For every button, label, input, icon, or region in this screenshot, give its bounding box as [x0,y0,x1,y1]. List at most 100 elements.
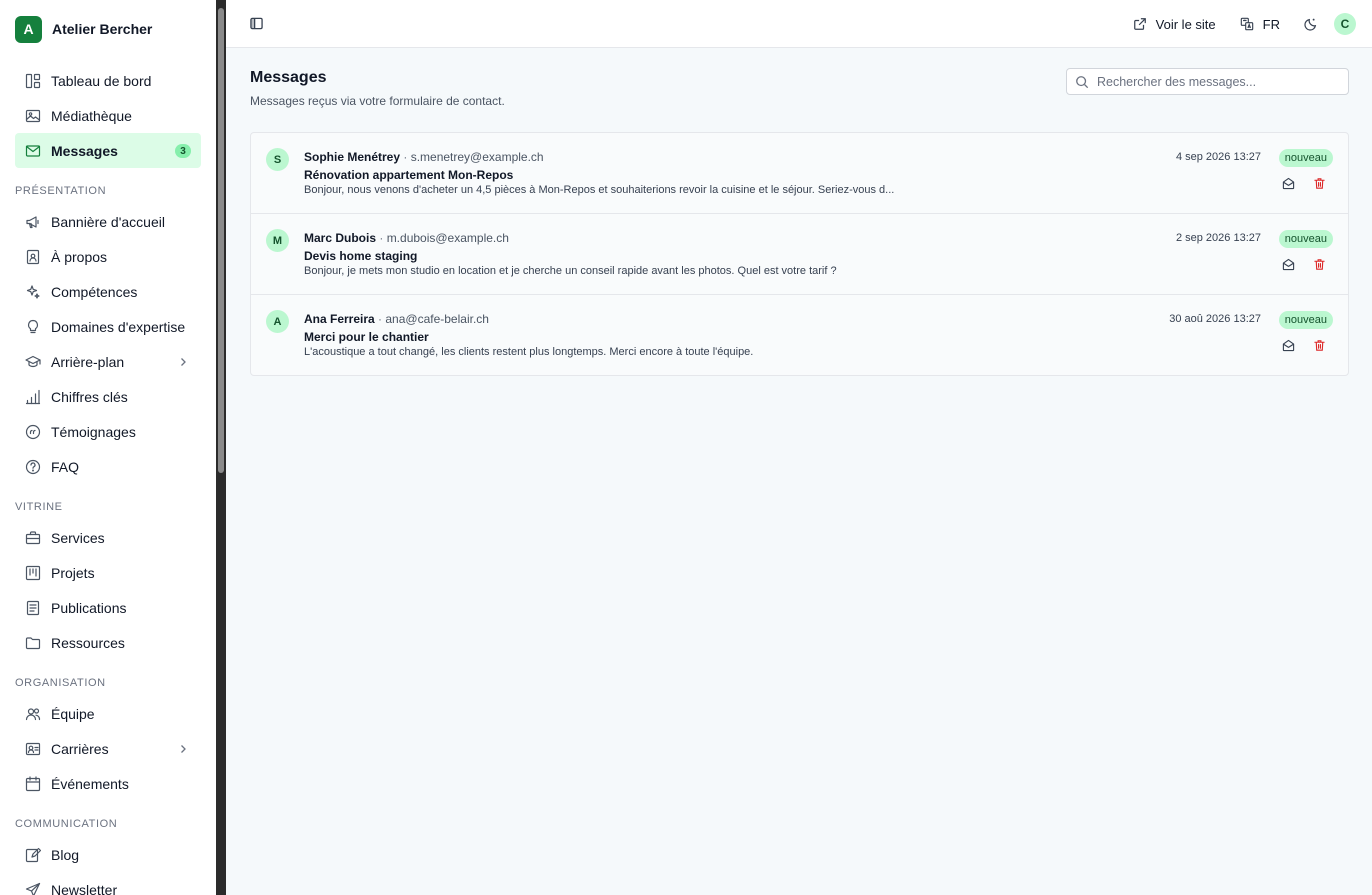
theme-toggle-button[interactable] [1304,17,1318,31]
message-subject: Devis home staging [304,249,418,263]
view-site-button[interactable]: Voir le site [1133,17,1216,32]
sidebar-item-label: Services [51,529,105,546]
translate-icon [1240,17,1253,31]
message-preview: Bonjour, nous venons d'acheter un 4,5 pi… [304,184,895,196]
bar-chart-icon [25,389,41,405]
message-row[interactable]: S Sophie Menétrey · s.menetrey@example.ch… [251,133,1348,214]
page-subtitle: Messages reçus via votre formulaire de c… [250,94,505,108]
sidebar-item-label: FAQ [51,458,80,475]
view-site-label: Voir le site [1155,16,1216,32]
user-avatar[interactable]: C [1334,13,1356,35]
sidebar-item-tableau-de-bord[interactable]: Tableau de bord [15,63,201,98]
page-title: Messages [250,69,327,86]
message-row[interactable]: M Marc Dubois · m.dubois@example.ch Devis … [251,214,1348,295]
mark-read-icon[interactable] [1282,258,1295,271]
brand-name: Atelier Bercher [52,21,153,37]
language-button[interactable]: FR [1240,17,1280,32]
message-date: 30 aoû 2026 13:27 [1169,313,1261,325]
status-badge: nouveau [1278,230,1333,248]
sidebar-section-title: PRÉSENTATION [15,185,107,197]
sidebar-item-publications[interactable]: Publications [15,590,201,625]
scrollbar-thumb[interactable] [218,8,224,473]
status-badge: nouveau [1278,149,1333,167]
sidebar-item-evenements[interactable]: Événements [15,766,201,801]
sidebar-item-label: Équipe [51,705,95,722]
search-input[interactable] [1097,74,1337,89]
sidebar-item-projets[interactable]: Projets [15,555,201,590]
badge-icon [25,741,41,757]
kanban-icon [25,565,41,581]
sidebar-item-a-propos[interactable]: À propos [15,239,201,274]
sidebar-item-label: Messages [51,142,118,159]
sidebar-item-label: Blog [51,846,80,863]
users-icon [25,706,41,722]
mark-read-icon[interactable] [1282,339,1295,352]
separator: · [400,150,411,164]
sidebar-item-label: Témoignages [51,423,136,440]
sender-avatar: A [266,310,289,333]
sidebar-item-banniere-d-accueil[interactable]: Bannière d'accueil [15,204,201,239]
dashboard-icon [25,73,41,89]
sidebar-item-newsletter[interactable]: Newsletter [15,872,201,895]
sidebar-item-temoignages[interactable]: Témoignages [15,414,201,449]
sidebar-item-arriere-plan[interactable]: Arrière-plan [15,344,201,379]
calendar-icon [25,775,41,792]
sender-email: s.menetrey@example.ch [410,150,544,164]
sidebar-section-title: ORGANISATION [15,677,106,689]
sidebar-item-carrieres[interactable]: Carrières [15,731,201,766]
sidebar-item-ressources[interactable]: Ressources [15,625,201,660]
sidebar-item-chiffres-cles[interactable]: Chiffres clés [15,379,201,414]
sidebar-item-blog[interactable]: Blog [15,837,201,872]
sidebar-section-title: COMMUNICATION [15,818,118,830]
sidebar-item-messages[interactable]: Messages 3 [15,133,201,168]
sidebar-item-mediatheque[interactable]: Médiathèque [15,98,201,133]
message-list: S Sophie Menétrey · s.menetrey@example.ch… [250,132,1349,376]
sidebar-item-label: Publications [51,599,127,616]
sidebar-item-competences[interactable]: Compétences [15,274,201,309]
message-date: 2 sep 2026 13:27 [1175,232,1261,244]
delete-icon[interactable] [1313,177,1326,190]
separator: · [374,312,386,326]
chevron-right-icon[interactable] [177,355,189,367]
sidebar-toggle-icon[interactable] [250,17,263,30]
graduation-cap-icon [25,354,41,370]
send-icon [25,882,41,895]
message-sender: Marc Dubois · m.dubois@example.ch [304,231,509,245]
sidebar-item-label: Domaines d'expertise [51,318,186,335]
search-box[interactable] [1066,68,1349,95]
edit-icon [25,847,41,863]
sidebar-item-domaines-d-expertise[interactable]: Domaines d'expertise [15,309,201,344]
status-badge: nouveau [1278,311,1333,329]
image-icon [25,108,41,124]
sidebar-item-label: Carrières [51,740,109,757]
sidebar-item-label: Compétences [51,283,138,300]
briefcase-icon [25,530,41,546]
sidebar-item-label: Arrière-plan [51,353,125,370]
brand[interactable]: A Atelier Bercher [0,0,216,58]
sender-avatar: S [266,148,289,171]
unread-count-badge: 3 [175,144,191,158]
sidebar-item-equipe[interactable]: Équipe [15,696,201,731]
sidebar-item-services[interactable]: Services [15,520,201,555]
delete-icon[interactable] [1313,339,1326,352]
sidebar-item-label: Bannière d'accueil [51,213,165,230]
sidebar-item-label: Événements [51,775,129,792]
megaphone-icon [25,214,41,230]
message-row[interactable]: A Ana Ferreira · ana@cafe-belair.ch Merci … [251,295,1348,375]
sidebar-item-faq[interactable]: FAQ [15,449,201,484]
delete-icon[interactable] [1313,258,1326,271]
folder-icon [25,635,41,651]
external-link-icon [1133,18,1146,30]
help-circle-icon [25,459,41,475]
chevron-right-icon[interactable] [177,742,189,754]
sender-name: Ana Ferreira [304,312,375,326]
sidebar-scrollbar[interactable] [216,0,226,895]
document-icon [25,600,41,616]
sidebar-item-label: Chiffres clés [51,388,128,405]
sender-email: ana@cafe-belair.ch [385,312,489,326]
message-subject: Merci pour le chantier [304,330,429,344]
sparkles-icon [25,284,41,300]
mark-read-icon[interactable] [1282,177,1295,190]
sidebar-section-title: VITRINE [15,501,63,513]
message-subject: Rénovation appartement Mon-Repos [304,168,514,182]
